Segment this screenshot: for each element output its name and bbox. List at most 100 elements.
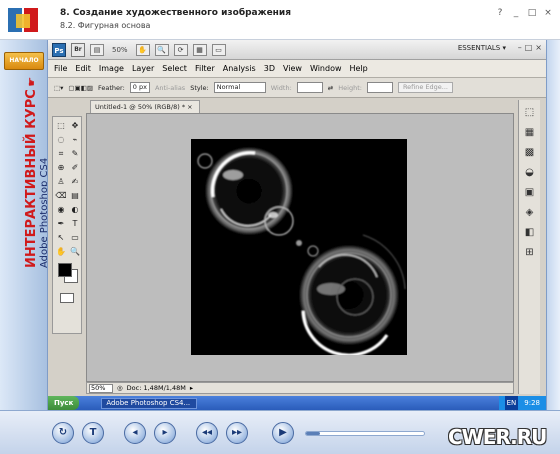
course-right-border: [546, 40, 560, 410]
histogram-panel-icon[interactable]: ▦: [523, 126, 537, 140]
menu-select[interactable]: Select: [162, 64, 187, 73]
info-panel-icon[interactable]: ▩: [523, 146, 537, 160]
zoom-tool-panel-icon[interactable]: 🔍: [69, 246, 81, 258]
zoom-level-dropdown[interactable]: 50%: [109, 46, 131, 54]
clone-stamp-tool-icon[interactable]: ♙: [55, 176, 67, 188]
menu-help[interactable]: Help: [350, 64, 368, 73]
marquee-tool-icon[interactable]: ⬚: [55, 120, 67, 132]
application-bar: Ps Br ▤ 50% ✋ 🔍 ⟳ ▦ ▭ ESSENTIALS ▾ – □ ×: [48, 40, 546, 60]
windows-taskbar: Пуск Adobe Photoshop CS4... EN 9:28: [48, 396, 546, 410]
refine-edge-button[interactable]: Refine Edge...: [397, 82, 453, 93]
shape-tool-icon[interactable]: ▭: [69, 232, 81, 244]
photoshop-logo-icon: Ps: [52, 42, 66, 57]
canvas-image[interactable]: [191, 139, 407, 355]
hand-pointer-icon: ☛: [25, 76, 38, 87]
marquee-preset-icon[interactable]: ⬚▾: [54, 84, 63, 92]
style-select[interactable]: Normal: [213, 82, 266, 93]
blur-tool-icon[interactable]: ◉: [55, 204, 67, 216]
menu-bar: File Edit Image Layer Select Filter Anal…: [48, 60, 546, 78]
zoom-tool-icon[interactable]: 🔍: [154, 43, 169, 56]
height-input[interactable]: [366, 82, 393, 93]
crop-tool-icon[interactable]: ⌗: [55, 148, 67, 160]
eyedropper-tool-icon[interactable]: ✎: [69, 148, 81, 160]
language-indicator[interactable]: EN: [504, 396, 519, 410]
pen-tool-icon[interactable]: ✒: [55, 218, 67, 230]
menu-layer[interactable]: Layer: [132, 64, 154, 73]
navigator-panel-icon[interactable]: ⬚: [523, 106, 537, 120]
width-input[interactable]: [296, 82, 323, 93]
healing-brush-tool-icon[interactable]: ⊕: [55, 162, 67, 174]
menu-window[interactable]: Window: [310, 64, 342, 73]
document-tab[interactable]: Untitled-1 @ 50% (RGB/8) * ×: [90, 100, 200, 113]
bridge-launch-button[interactable]: Br: [71, 42, 85, 57]
window-controls: ? _ □ ×: [494, 8, 554, 18]
previous-step-button[interactable]: ◂: [124, 422, 146, 444]
app-minimize-button[interactable]: –: [518, 43, 522, 52]
status-menu-icon[interactable]: ◎: [117, 384, 123, 392]
lasso-tool-icon[interactable]: ◌: [55, 134, 67, 146]
menu-3d[interactable]: 3D: [264, 64, 275, 73]
menu-filter[interactable]: Filter: [195, 64, 215, 73]
watermark: CWER.RU: [448, 425, 547, 449]
move-tool-icon[interactable]: ✥: [69, 120, 81, 132]
antialias-checkbox[interactable]: Anti-alias: [155, 84, 185, 92]
feather-input[interactable]: 0 px: [129, 82, 150, 93]
document-status-bar: 50% ◎ Doc: 1,48M/1,48M ▸: [86, 382, 514, 394]
foreground-color-swatch[interactable]: [58, 263, 72, 277]
document-window: [86, 113, 514, 382]
text-button[interactable]: T: [82, 422, 104, 444]
path-selection-tool-icon[interactable]: ↖: [55, 232, 67, 244]
menu-analysis[interactable]: Analysis: [223, 64, 256, 73]
course-vertical-title: ИНТЕРАКТИВНЫЙ КУРС ☛ Adobe Photoshop CS4: [24, 68, 48, 268]
quick-mask-button[interactable]: [60, 293, 74, 303]
history-brush-tool-icon[interactable]: ✍: [69, 176, 81, 188]
replay-button[interactable]: ↻: [52, 422, 74, 444]
type-tool-icon[interactable]: T: [69, 218, 81, 230]
gradient-tool-icon[interactable]: ▤: [69, 190, 81, 202]
menu-view[interactable]: View: [283, 64, 302, 73]
maximize-button[interactable]: □: [526, 8, 538, 18]
next-lesson-button[interactable]: ▸▸: [226, 422, 248, 444]
status-zoom-field[interactable]: 50%: [89, 383, 113, 393]
screen-mode-icon[interactable]: ▭: [211, 43, 226, 56]
arrange-documents-icon[interactable]: ▦: [192, 43, 207, 56]
brush-tool-icon[interactable]: ✐: [69, 162, 81, 174]
minimize-button[interactable]: _: [510, 8, 522, 18]
status-arrow-icon[interactable]: ▸: [190, 384, 193, 392]
document-size-info: Doc: 1,48M/1,48M: [126, 384, 186, 392]
color-panel-icon[interactable]: ◒: [523, 166, 537, 180]
adjustments-panel-icon[interactable]: ▣: [523, 186, 537, 200]
course-subtitle: Adobe Photoshop CS4: [39, 157, 48, 268]
menu-file[interactable]: File: [54, 64, 67, 73]
selection-mode-icons[interactable]: ▢▣◧▨: [68, 84, 93, 92]
previous-lesson-button[interactable]: ◂◂: [196, 422, 218, 444]
next-step-button[interactable]: ▸: [154, 422, 176, 444]
taskbar-photoshop-item[interactable]: Adobe Photoshop CS4...: [101, 397, 198, 409]
swap-dimensions-icon[interactable]: ⇄: [328, 84, 333, 92]
app-close-button[interactable]: ×: [535, 43, 542, 52]
playback-progress[interactable]: [305, 431, 425, 436]
menu-edit[interactable]: Edit: [75, 64, 91, 73]
magic-wand-tool-icon[interactable]: ⌁: [69, 134, 81, 146]
app-window-controls: – □ ×: [518, 43, 542, 52]
view-extras-button[interactable]: ▤: [90, 43, 104, 56]
start-button[interactable]: Пуск: [48, 396, 80, 410]
eraser-tool-icon[interactable]: ⌫: [55, 190, 67, 202]
layers-panel-icon[interactable]: ◈: [523, 206, 537, 220]
hand-tool-panel-icon[interactable]: ✋: [55, 246, 67, 258]
close-button[interactable]: ×: [542, 8, 554, 18]
menu-image[interactable]: Image: [99, 64, 124, 73]
dodge-tool-icon[interactable]: ◐: [69, 204, 81, 216]
help-button[interactable]: ?: [494, 8, 506, 18]
photoshop-window: Ps Br ▤ 50% ✋ 🔍 ⟳ ▦ ▭ ESSENTIALS ▾ – □ ×…: [48, 40, 546, 410]
hand-tool-icon[interactable]: ✋: [135, 43, 150, 56]
channels-panel-icon[interactable]: ◧: [523, 226, 537, 240]
lesson-subtitle: 8.2. Фигурная основа: [60, 21, 151, 30]
rotate-view-icon[interactable]: ⟳: [173, 43, 188, 56]
paths-panel-icon[interactable]: ⊞: [523, 246, 537, 260]
workspace-switcher[interactable]: ESSENTIALS ▾: [458, 44, 506, 52]
play-button[interactable]: ▶: [272, 422, 294, 444]
app-maximize-button[interactable]: □: [525, 43, 533, 52]
course-sidebar: НАЧАЛО ИНТЕРАКТИВНЫЙ КУРС ☛ Adobe Photos…: [0, 40, 48, 410]
color-swatches: [53, 261, 81, 289]
